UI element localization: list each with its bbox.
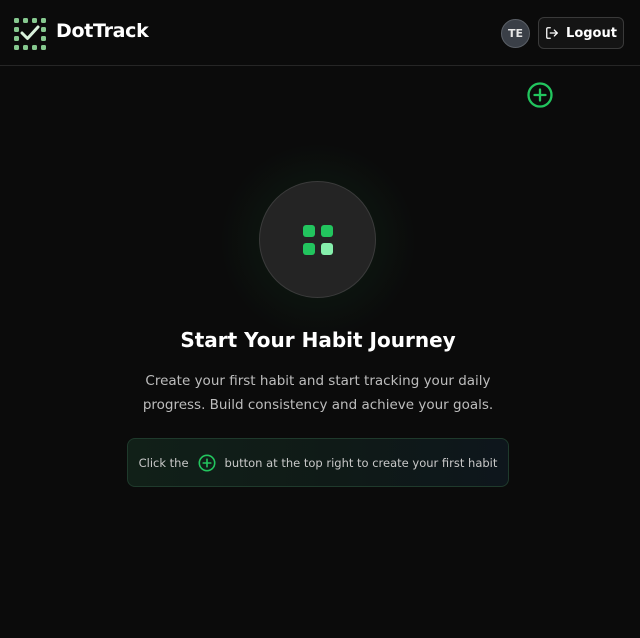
add-habit-button[interactable]: [527, 82, 553, 108]
logout-icon: [546, 27, 558, 39]
logout-label: Logout: [566, 25, 617, 41]
create-habit-hint: Click the button at the top right to cre…: [127, 438, 509, 487]
avatar-initials: TE: [507, 27, 524, 40]
brand-name: DotTrack: [56, 20, 149, 42]
hint-text-after: button at the top right to create your f…: [224, 455, 498, 470]
plus-circle-icon: [198, 454, 216, 471]
logout-button[interactable]: Logout: [538, 17, 624, 49]
empty-state-title: Start Your Habit Journey: [180, 328, 456, 352]
dot-grid-check-icon: [14, 18, 46, 50]
user-avatar[interactable]: TE: [501, 19, 530, 48]
empty-state-description: Create your first habit and start tracki…: [142, 373, 494, 413]
app-header: DotTrack TE Logout: [0, 0, 640, 66]
empty-state-illustration: [259, 181, 376, 298]
hint-text-before: Click the: [138, 455, 189, 470]
habit-grid-icon: [302, 224, 333, 255]
